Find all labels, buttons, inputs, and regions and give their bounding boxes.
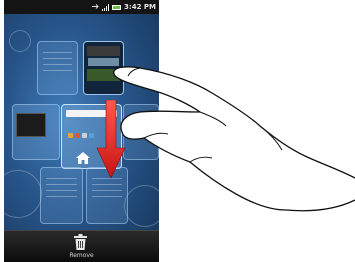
home-icon xyxy=(76,152,90,164)
pointing-hand-icon xyxy=(113,66,355,212)
remove-drop-target[interactable]: Remove xyxy=(4,230,159,262)
battery-icon xyxy=(112,4,122,10)
usb-icon xyxy=(91,3,99,12)
widget-preview xyxy=(16,113,46,137)
status-time: 3:42 PM xyxy=(124,3,156,11)
home-panel-row1-col1[interactable] xyxy=(37,41,78,95)
remove-label: Remove xyxy=(69,252,94,259)
app-icons-preview xyxy=(68,133,94,138)
signal-icon xyxy=(102,3,110,11)
status-bar: 3:42 PM xyxy=(4,0,159,14)
trash-icon xyxy=(74,234,87,250)
wallpaper-bubble xyxy=(9,30,31,52)
home-panel-row2-col1[interactable] xyxy=(12,104,60,160)
widget-preview xyxy=(87,46,120,56)
wallpaper-bubble xyxy=(4,170,42,218)
home-panel-row3-col1[interactable] xyxy=(40,167,83,224)
